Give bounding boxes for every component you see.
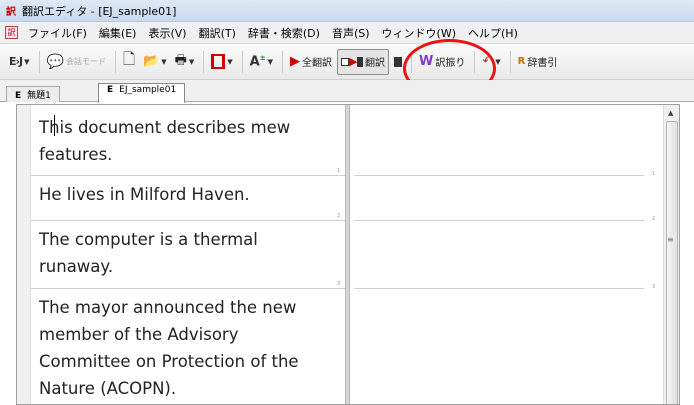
- source-segment-4[interactable]: The mayor announced the new member of th…: [39, 294, 339, 402]
- menu-voice[interactable]: 音声(S): [326, 25, 376, 41]
- segment-divider: [354, 175, 644, 176]
- segment-divider: [354, 220, 644, 221]
- conversation-mode-button[interactable]: 💬 会話モード: [44, 49, 109, 75]
- chevron-down-icon: ▼: [227, 57, 233, 66]
- segment-line: He lives in Milford Haven.: [39, 185, 250, 204]
- segment-divider: [354, 288, 644, 289]
- segment-line: The computer is a thermal: [39, 230, 258, 249]
- chevron-down-icon: ▼: [267, 57, 273, 66]
- menu-bar: 訳 ファイル(F) 編集(E) 表示(V) 翻訳(T) 辞書・検索(D) 音声(…: [0, 22, 694, 44]
- direction-label: E›J: [9, 55, 23, 68]
- source-segment-1[interactable]: This document describes mew features.: [39, 114, 339, 168]
- segment-number: 1: [337, 168, 341, 174]
- menu-file[interactable]: ファイル(F): [22, 25, 93, 41]
- segment-divider: [31, 220, 346, 221]
- source-text-pane[interactable]: This document describes mew features. 1 …: [31, 105, 346, 404]
- segment-number: 1: [652, 171, 656, 177]
- chevron-down-icon: ▼: [188, 57, 195, 66]
- font-size-icon: A±: [249, 53, 266, 70]
- segment-divider: [31, 175, 346, 176]
- editor-pane: This document describes mew features. 1 …: [16, 104, 680, 405]
- segment-line: This document describes mew: [39, 118, 291, 137]
- toolbar-separator: [509, 50, 511, 73]
- conversation-mode-label: 会話モード: [65, 57, 106, 66]
- toolbar-separator: [114, 50, 116, 73]
- segment-number: 2: [337, 213, 341, 219]
- translate-all-button[interactable]: ▶ 全翻訳: [287, 49, 335, 75]
- menu-translate[interactable]: 翻訳(T): [193, 25, 242, 41]
- segment-line: features.: [39, 145, 113, 164]
- segment-line: runaway.: [39, 257, 114, 276]
- new-document-icon: 🗋: [122, 50, 136, 68]
- grip-icon: ≡: [667, 235, 674, 244]
- window-title: 翻訳エディタ - [EJ_sample01]: [22, 4, 177, 18]
- document-tabs: E 無題1 E EJ_sample01: [0, 80, 694, 103]
- tab-prefix: E: [15, 91, 22, 101]
- print-button[interactable]: 🖶 ▼: [172, 49, 198, 75]
- menu-help[interactable]: ヘルプ(H): [462, 25, 524, 41]
- speech-bubble-icon: 💬: [46, 53, 64, 70]
- chevron-down-icon: ▼: [161, 57, 167, 66]
- tab-label: 無題1: [27, 91, 51, 101]
- columns-icon: [211, 54, 226, 69]
- toolbar: E›J ▼ 💬 会話モード 🗋 📂 ▼ 🖶 ▼ ▼ A± ▼ ▶ 全翻訳 ▶ 翻…: [0, 44, 694, 80]
- title-bar: 訳 翻訳エディタ - [EJ_sample01]: [0, 0, 694, 22]
- translation-pane[interactable]: 1 2 3: [350, 105, 663, 404]
- source-segment-3[interactable]: The computer is a thermal runaway.: [39, 226, 339, 280]
- segment-number: 3: [337, 281, 341, 287]
- scroll-thumb[interactable]: [666, 121, 678, 404]
- printer-icon: 🖶: [174, 52, 187, 68]
- translate-all-label: 全翻訳: [302, 58, 332, 69]
- direction-dropdown[interactable]: E›J ▼: [6, 49, 33, 75]
- tab-label: EJ_sample01: [119, 85, 177, 95]
- segment-line: member of the Advisory: [39, 325, 239, 344]
- tab-ej-sample01[interactable]: E EJ_sample01: [98, 83, 186, 103]
- translate-icon: ▶: [341, 55, 363, 68]
- toolbar-separator: [282, 50, 283, 73]
- menu-view[interactable]: 表示(V): [142, 25, 192, 41]
- segment-line: Nature (ACOPN).: [39, 379, 177, 398]
- open-folder-button[interactable]: 📂 ▼: [140, 49, 170, 75]
- toolbar-separator: [241, 50, 243, 73]
- chevron-down-icon: ▼: [24, 57, 30, 66]
- tab-untitled1[interactable]: E 無題1: [6, 86, 60, 102]
- dictionary-icon: R: [517, 56, 526, 67]
- play-icon: ▶: [290, 54, 300, 69]
- toolbar-separator: [38, 50, 40, 73]
- vertical-scrollbar[interactable]: ▲ ≡: [663, 105, 679, 404]
- stop-icon: [394, 56, 402, 67]
- app-icon: 訳: [6, 7, 16, 18]
- chevron-down-icon: ▼: [495, 57, 501, 66]
- segment-line: Committee on Protection of the: [39, 352, 299, 371]
- source-segment-2[interactable]: He lives in Milford Haven.: [39, 181, 339, 208]
- segment-number: 3: [652, 284, 656, 290]
- translate-button[interactable]: ▶ 翻訳: [337, 48, 389, 75]
- document-icon[interactable]: 訳: [5, 26, 18, 39]
- segment-divider: [31, 288, 346, 289]
- toolbar-separator: [203, 50, 205, 73]
- segment-number: 2: [652, 216, 656, 222]
- editor-margin: [17, 105, 31, 404]
- layout-button[interactable]: ▼: [208, 49, 235, 75]
- folder-icon: 📂: [143, 54, 160, 69]
- menu-dictionary-search[interactable]: 辞書・検索(D): [242, 25, 326, 41]
- menu-edit[interactable]: 編集(E): [93, 25, 143, 41]
- segment-line: The mayor announced the new: [39, 298, 297, 317]
- dictionary-lookup-button[interactable]: R 辞書引: [515, 49, 561, 75]
- new-document-button[interactable]: 🗋: [120, 49, 138, 75]
- font-size-button[interactable]: A± ▼: [247, 49, 276, 75]
- scroll-up-icon[interactable]: ▲: [668, 109, 673, 117]
- tab-prefix: E: [107, 85, 114, 95]
- dictionary-label: 辞書引: [527, 58, 558, 69]
- translate-label: 翻訳: [365, 58, 385, 69]
